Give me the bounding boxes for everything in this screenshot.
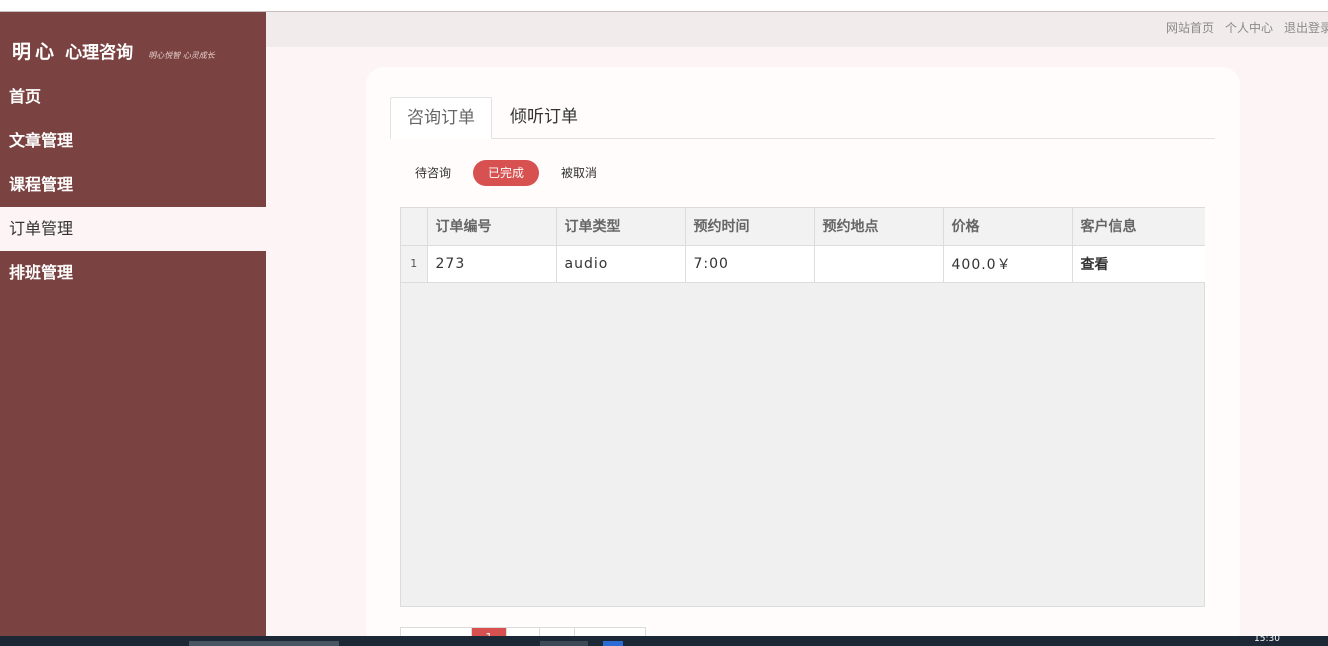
filter-cancelled[interactable]: 被取消 bbox=[549, 160, 609, 186]
column-header-appointment-place[interactable]: 预约地点 bbox=[814, 208, 944, 246]
logo-title: 心理咨询 bbox=[65, 43, 134, 63]
column-header-order-type[interactable]: 订单类型 bbox=[556, 208, 686, 246]
os-taskbar: 15:30 bbox=[0, 635, 1328, 646]
table-row: 1 273 audio 7:00 400.0￥ 查看 bbox=[401, 245, 1205, 283]
taskbar-app-icon[interactable] bbox=[540, 641, 588, 646]
filter-completed[interactable]: 已完成 bbox=[473, 160, 540, 186]
cell-order-type: audio bbox=[556, 245, 686, 283]
sidebar: 明心 心理咨询 明心悦智 心灵成长 首页 文章管理 课程管理 订单管理 排班管理 bbox=[0, 12, 266, 636]
user-center-link[interactable]: 个人中心 bbox=[1225, 19, 1273, 36]
tab-consult-orders[interactable]: 咨询订单 bbox=[390, 97, 492, 139]
view-customer-link[interactable]: 查看 bbox=[1072, 245, 1205, 283]
order-tabs: 咨询订单 倾听订单 bbox=[390, 97, 1215, 139]
column-header-customer-info[interactable]: 客户信息 bbox=[1072, 208, 1205, 246]
sidebar-item-orders[interactable]: 订单管理 bbox=[0, 207, 266, 251]
column-header-order-id[interactable]: 订单编号 bbox=[427, 208, 557, 246]
logo: 明心 心理咨询 明心悦智 心灵成长 bbox=[12, 37, 262, 67]
logout-link[interactable]: 退出登录 bbox=[1284, 19, 1328, 36]
sidebar-item-schedule[interactable]: 排班管理 bbox=[0, 251, 266, 295]
orders-table: 订单编号 订单类型 预约时间 预约地点 价格 客户信息 1 273 audio … bbox=[400, 207, 1205, 607]
sidebar-item-courses[interactable]: 课程管理 bbox=[0, 163, 266, 207]
header-links: 网站首页 个人中心 退出登录 bbox=[1155, 12, 1328, 42]
cell-price: 400.0￥ bbox=[943, 245, 1073, 283]
sidebar-item-home[interactable]: 首页 bbox=[0, 75, 266, 119]
row-number: 1 bbox=[401, 245, 428, 283]
sidebar-nav: 首页 文章管理 课程管理 订单管理 排班管理 bbox=[0, 75, 266, 295]
site-home-link[interactable]: 网站首页 bbox=[1166, 19, 1214, 36]
logo-mark: 明心 bbox=[12, 41, 59, 63]
filter-pending[interactable]: 待咨询 bbox=[403, 160, 463, 186]
taskbar-app-browser[interactable] bbox=[189, 641, 339, 646]
cell-order-id: 273 bbox=[427, 245, 557, 283]
sidebar-item-articles[interactable]: 文章管理 bbox=[0, 119, 266, 163]
taskbar-app-word-icon[interactable] bbox=[603, 641, 623, 646]
row-number-header bbox=[401, 208, 428, 246]
column-header-price[interactable]: 价格 bbox=[943, 208, 1073, 246]
orders-panel: 咨询订单 倾听订单 待咨询 已完成 被取消 订单编号 订单类型 预约时间 预约地… bbox=[366, 67, 1240, 646]
tab-listen-orders[interactable]: 倾听订单 bbox=[495, 97, 593, 139]
cell-appointment-place bbox=[814, 245, 944, 283]
top-header: 网站首页 个人中心 退出登录 bbox=[266, 12, 1328, 47]
table-header-row: 订单编号 订单类型 预约时间 预约地点 价格 客户信息 bbox=[401, 208, 1205, 246]
cell-appointment-time: 7:00 bbox=[685, 245, 815, 283]
column-header-appointment-time[interactable]: 预约时间 bbox=[685, 208, 815, 246]
browser-top-strip bbox=[0, 0, 1328, 12]
taskbar-clock: 15:30 bbox=[1254, 635, 1280, 644]
logo-slogan: 明心悦智 心灵成长 bbox=[148, 51, 215, 60]
status-filter-group: 待咨询 已完成 被取消 bbox=[403, 160, 619, 186]
